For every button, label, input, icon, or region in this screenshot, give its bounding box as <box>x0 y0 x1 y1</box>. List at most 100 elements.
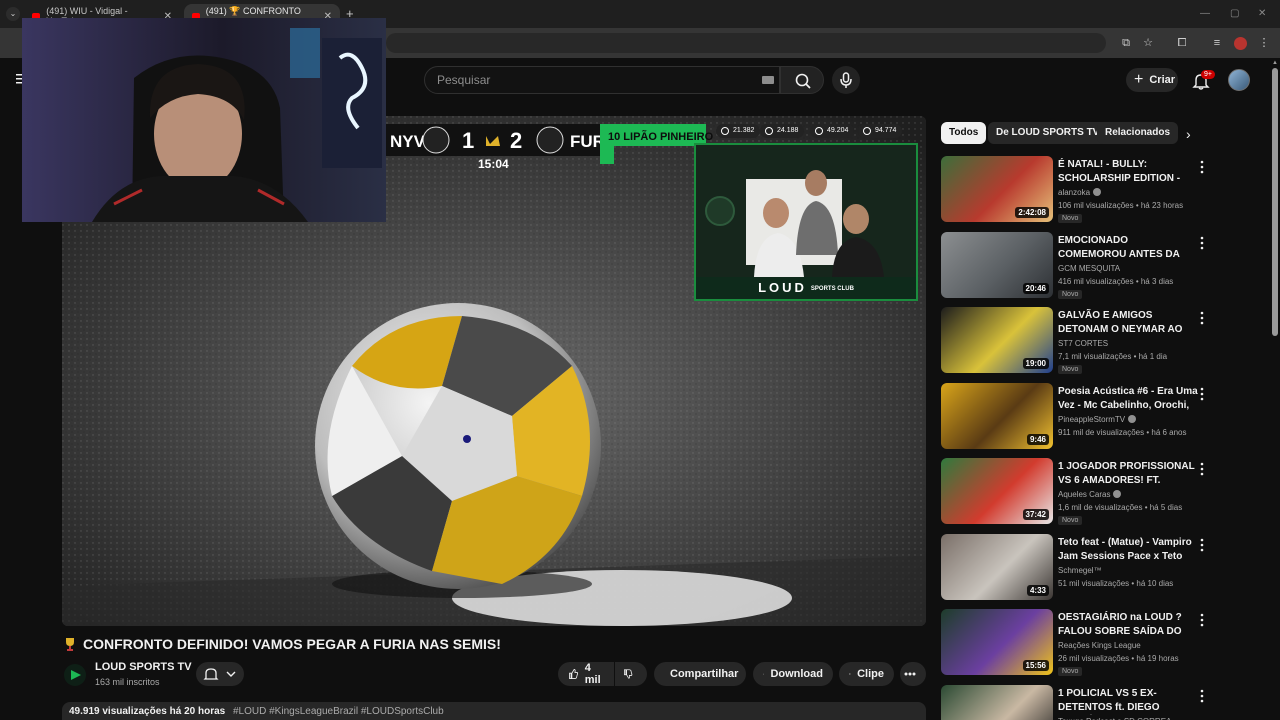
video-thumbnail[interactable]: 20:46 <box>941 231 1053 298</box>
search-button[interactable] <box>780 66 824 94</box>
recommendation-channel[interactable]: Reações Kings League <box>1058 641 1141 650</box>
recommendation-title[interactable]: 1 JOGADOR PROFISSIONAL VS 6 AMADORES! FT… <box>1058 460 1198 488</box>
create-button[interactable]: + Criar <box>1126 68 1178 92</box>
recommendation-title[interactable]: Teto feat - (Matue) - Vampiro Jam Sessio… <box>1058 536 1198 564</box>
bookmark-star-icon[interactable]: ☆ <box>1142 37 1154 49</box>
recommendation-channel[interactable]: Texugo Podcast e SD CORREA <box>1058 717 1171 720</box>
recommendation-channel[interactable]: PineappleStormTV <box>1058 414 1137 424</box>
verified-check-icon <box>1128 414 1137 423</box>
new-badge: Novo <box>1058 289 1083 299</box>
more-vertical-icon[interactable] <box>1199 538 1205 552</box>
recommendation-item[interactable]: 1 POLICIAL VS 5 EX-DETENTOS ft. DIEGO CO… <box>941 684 1211 720</box>
video-thumbnail[interactable] <box>941 684 1053 720</box>
chip-from-channel[interactable]: De LOUD SPORTS TV <box>988 122 1108 144</box>
duration-badge: 19:00 <box>1022 358 1049 369</box>
more-vertical-icon[interactable] <box>1199 387 1205 401</box>
maximize-icon[interactable]: ▢ <box>1230 8 1239 19</box>
channel-label[interactable]: Aqueles Caras <box>1058 490 1110 499</box>
keyboard-icon[interactable] <box>762 76 774 84</box>
more-horizontal-icon <box>904 672 916 676</box>
video-thumbnail[interactable]: 37:42 <box>941 458 1053 524</box>
channel-label[interactable]: Reações Kings League <box>1058 641 1141 650</box>
page-scrollbar[interactable] <box>1272 68 1278 336</box>
verified-check-icon <box>1113 490 1122 498</box>
channel-label[interactable]: Texugo Podcast e SD CORREA <box>1058 717 1171 720</box>
more-vertical-icon[interactable] <box>1199 689 1205 703</box>
recommendation-item[interactable]: 4:33 Teto feat - (Matue) - Vampiro Jam Se… <box>941 533 1211 602</box>
video-thumbnail[interactable]: 4:33 <box>941 533 1053 600</box>
user-avatar[interactable] <box>1228 69 1250 91</box>
video-thumbnail[interactable]: 9:46 <box>941 382 1053 449</box>
recommendation-item[interactable]: 37:42 1 JOGADOR PROFISSIONAL VS 6 AMADORE… <box>941 458 1211 526</box>
chip-all[interactable]: Todos <box>941 122 987 144</box>
recommendation-meta: 26 mil visualizações • há 19 horas <box>1058 654 1179 663</box>
recommendation-channel[interactable]: alanzoka <box>1058 188 1102 197</box>
subscriber-count: 163 mil inscritos <box>95 677 160 687</box>
download-button[interactable]: Download <box>753 662 833 686</box>
clip-button[interactable]: Clipe <box>839 662 894 686</box>
close-window-icon[interactable]: ✕ <box>1258 8 1266 19</box>
video-thumbnail[interactable]: 15:56 <box>941 609 1053 675</box>
dislike-button[interactable] <box>615 662 647 686</box>
more-vertical-icon[interactable] <box>1199 160 1205 174</box>
extensions-icon[interactable]: ⧠ <box>1176 37 1188 49</box>
voice-search-button[interactable] <box>832 66 860 94</box>
notifications-dropdown-button[interactable] <box>196 662 244 686</box>
browser-menu-icon[interactable]: ⋮ <box>1258 37 1270 49</box>
recommendation-title[interactable]: Poesia Acústica #6 - Era Uma Vez - Mc Ca… <box>1058 385 1198 413</box>
like-count: 4 mil <box>584 662 601 686</box>
video-thumbnail[interactable]: 19:00 <box>941 307 1053 373</box>
channel-avatar[interactable] <box>64 664 86 686</box>
recommendation-item[interactable]: 15:56 OESTAGIÁRIO na LOUD ? FALOU SOBRE S… <box>941 609 1211 677</box>
recommendation-title[interactable]: 1 POLICIAL VS 5 EX-DETENTOS ft. DIEGO CO… <box>1058 687 1198 715</box>
channel-name[interactable]: LOUD SPORTS TV <box>95 661 192 673</box>
cast-icon[interactable]: ⧉ <box>1120 37 1132 49</box>
recommendation-channel[interactable]: GCM MESQUITA <box>1058 264 1120 273</box>
hashtags[interactable]: #LOUD #KingsLeagueBrazil #LOUDSportsClub <box>233 706 444 717</box>
recommendation-channel[interactable]: Aqueles Caras <box>1058 490 1122 499</box>
minimize-icon[interactable]: — <box>1200 8 1210 19</box>
channel-label[interactable]: GCM MESQUITA <box>1058 264 1120 273</box>
channel-label[interactable]: alanzoka <box>1058 188 1090 197</box>
search-input[interactable]: Pesquisar <box>424 66 780 94</box>
recommendation-item[interactable]: 19:00 GALVÃO E AMIGOS DETONAM O NEYMAR AO… <box>941 307 1211 375</box>
chips-next-icon[interactable]: › <box>1186 126 1191 142</box>
recommendation-title[interactable]: GALVÃO E AMIGOS DETONAM O NEYMAR AO VIVO… <box>1058 309 1198 337</box>
studio-camera-inset: LOUD SPORTS CLUB <box>694 143 918 301</box>
description-box[interactable]: 49.919 visualizações há 20 horas #LOUD #… <box>62 702 926 720</box>
channel-label[interactable]: ST7 CORTES <box>1058 339 1108 348</box>
more-vertical-icon[interactable] <box>1199 613 1205 627</box>
recommendation-channel[interactable]: Schmegel™ <box>1058 566 1102 575</box>
video-title-text: CONFRONTO DEFINIDO! VAMOS PEGAR A FURIA … <box>83 636 501 652</box>
recommendation-item[interactable]: 2:42:08 É NATAL! - BULLY: SCHOLARSHIP EDI… <box>941 156 1211 224</box>
recommendation-title[interactable]: EMOCIONADO COMEMOROU ANTES DA HORA <box>1058 234 1198 262</box>
duration-badge: 4:33 <box>1026 584 1049 596</box>
like-button[interactable]: 4 mil <box>558 662 614 686</box>
bell-chevron-icon <box>203 668 236 680</box>
away-score: 2 <box>510 128 522 153</box>
channel-label[interactable]: PineappleStormTV <box>1058 415 1125 424</box>
address-bar[interactable] <box>386 33 1106 53</box>
video-thumbnail[interactable]: 2:42:08 <box>941 156 1053 222</box>
recommendation-meta: 106 mil visualizações • há 23 horas <box>1058 201 1184 210</box>
browser-profile-avatar[interactable] <box>1234 37 1247 50</box>
chip-related[interactable]: Relacionados <box>1097 122 1179 144</box>
tab-search-icon[interactable]: ⌄ <box>6 7 20 21</box>
more-vertical-icon[interactable] <box>1199 236 1205 250</box>
media-controls-icon[interactable]: ≡ <box>1211 37 1223 49</box>
recommendation-meta: 7,1 mil visualizações • há 1 dia <box>1058 352 1168 361</box>
scroll-up-icon[interactable]: ▲ <box>1272 60 1278 66</box>
duration-badge: 37:42 <box>1022 509 1049 520</box>
channel-label[interactable]: Schmegel™ <box>1058 566 1102 575</box>
more-vertical-icon[interactable] <box>1199 311 1205 325</box>
more-vertical-icon[interactable] <box>1199 462 1205 476</box>
duration-badge: 2:42:08 <box>1015 207 1049 218</box>
more-actions-button[interactable] <box>900 662 926 686</box>
recommendation-item[interactable]: 20:46 EMOCIONADO COMEMOROU ANTES DA HORA G… <box>941 231 1211 300</box>
recommendation-title[interactable]: É NATAL! - BULLY: SCHOLARSHIP EDITION - … <box>1058 158 1198 186</box>
recommendation-item[interactable]: 9:46 Poesia Acústica #6 - Era Uma Vez - M… <box>941 382 1211 451</box>
recommendation-channel[interactable]: ST7 CORTES <box>1058 339 1108 348</box>
share-button[interactable]: Compartilhar <box>654 662 746 686</box>
loud-sports-club-logo: LOUD SPORTS CLUB <box>696 277 916 299</box>
recommendation-title[interactable]: OESTAGIÁRIO na LOUD ? FALOU SOBRE SAÍDA … <box>1058 611 1198 639</box>
